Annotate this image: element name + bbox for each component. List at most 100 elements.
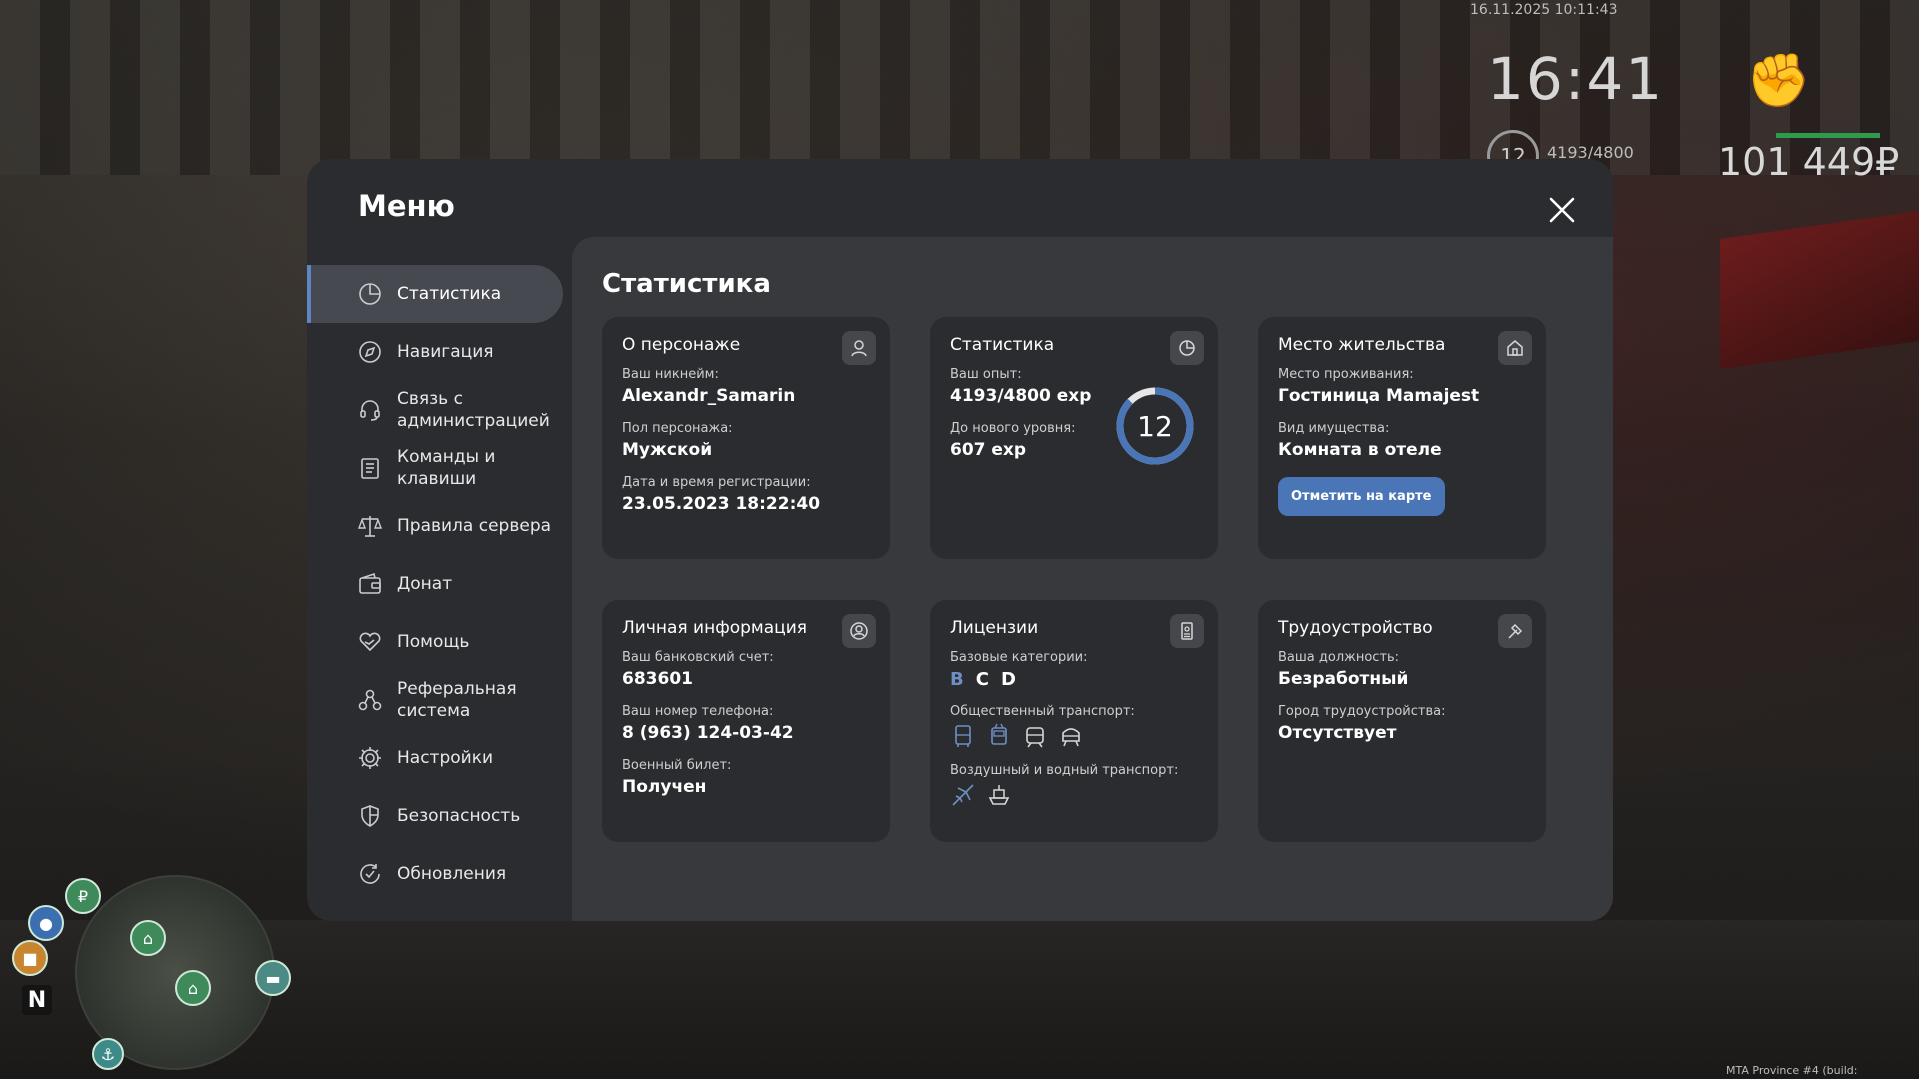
- sidebar-item-security[interactable]: Безопасность: [307, 787, 563, 845]
- character-card: О персонаже Ваш никнейм: Alexandr_Samari…: [602, 317, 890, 559]
- personal-info-card: Личная информация Ваш банковский счет: 6…: [602, 600, 890, 842]
- scales-icon: [357, 516, 383, 537]
- refresh-check-icon: [360, 864, 380, 884]
- sidebar-item-admin-contact[interactable]: Связь с администрацией: [307, 381, 563, 439]
- level-number: 12: [1137, 410, 1173, 443]
- sidebar-item-label: Реферальная система: [397, 679, 517, 721]
- phone-value: 8 (963) 124-03-42: [622, 723, 794, 743]
- license-document-icon: [1170, 614, 1204, 648]
- user-circle-icon: [842, 614, 876, 648]
- gender-label: Пол персонажа:: [622, 421, 733, 436]
- compass-icon: [359, 341, 381, 363]
- trolleybus-icon: [991, 723, 1007, 745]
- card-title: Трудоустройство: [1278, 618, 1433, 638]
- bus-icon: [955, 725, 971, 747]
- person-icon: [842, 331, 876, 365]
- card-title: Лицензии: [950, 618, 1039, 638]
- plane-icon: [952, 784, 974, 806]
- referral-icon: [358, 689, 382, 711]
- category-d: D: [1000, 669, 1016, 690]
- headset-icon: [360, 400, 380, 421]
- person-blip-icon: ●: [28, 905, 64, 941]
- sidebar-item-rules[interactable]: Правила сервера: [307, 497, 563, 555]
- phone-label: Ваш номер телефона:: [622, 704, 774, 719]
- sidebar-item-statistics[interactable]: Статистика: [307, 265, 563, 323]
- list-icon: [361, 458, 379, 479]
- house-blip-icon: ⌂: [175, 970, 211, 1006]
- hud-money: 101 449₽: [1718, 140, 1900, 184]
- residence-card: Место жительства Место проживания: Гости…: [1258, 317, 1546, 559]
- registration-label: Дата и время регистрации:: [622, 475, 811, 490]
- public-transport-label: Общественный транспорт:: [950, 704, 1135, 719]
- sidebar-item-commands[interactable]: Команды и клавиши: [307, 439, 563, 497]
- tram-icon: [1026, 727, 1044, 748]
- chart-pie-icon: [1170, 331, 1204, 365]
- card-title: О персонаже: [622, 335, 741, 355]
- sidebar-item-label: Связь с администрацией: [397, 389, 550, 431]
- property-type-value: Комната в отеле: [1278, 440, 1442, 460]
- public-transport-icons: [950, 723, 1198, 749]
- background-street: [0, 920, 1919, 1079]
- menu-modal: Меню Статистика Навигация Связь с админи…: [307, 159, 1613, 921]
- nickname-value: Alexandr_Samarin: [622, 386, 796, 406]
- nickname-label: Ваш никнейм:: [622, 367, 719, 382]
- north-marker: N: [22, 985, 52, 1015]
- sidebar-item-navigation[interactable]: Навигация: [307, 323, 563, 381]
- card-title: Место жительства: [1278, 335, 1446, 355]
- vehicle-blip-icon: ▬: [255, 960, 291, 996]
- build-info: MTA Province #4 (build: 6.12421.9): [1726, 1064, 1858, 1079]
- sidebar: Статистика Навигация Связь с администрац…: [307, 265, 563, 903]
- military-id-label: Военный билет:: [622, 758, 732, 773]
- card-title: Статистика: [950, 335, 1055, 355]
- sidebar-item-help[interactable]: Помощь: [307, 613, 563, 671]
- anchor-blip-icon: ⚓: [92, 1038, 124, 1070]
- registration-value: 23.05.2023 18:22:40: [622, 494, 821, 514]
- menu-title: Меню: [358, 189, 455, 223]
- job-city-label: Город трудоустройства:: [1278, 704, 1446, 719]
- sidebar-item-referral[interactable]: Реферальная система: [307, 671, 563, 729]
- mark-on-map-button[interactable]: Отметить на карте: [1278, 477, 1445, 516]
- fist-icon: ✊: [1746, 51, 1811, 111]
- sidebar-item-label: Обновления: [397, 864, 507, 884]
- sidebar-item-label: Команды и клавиши: [397, 447, 496, 489]
- bank-account-value: 683601: [622, 669, 693, 689]
- sidebar-item-label: Статистика: [397, 284, 502, 304]
- house-blip-icon: ⌂: [130, 920, 166, 956]
- licenses-card: Лицензии Базовые категории: B C D Общест…: [930, 600, 1218, 842]
- sidebar-item-label: Настройки: [397, 748, 494, 768]
- property-type-label: Вид имущества:: [1278, 421, 1390, 436]
- residence-place-label: Место проживания:: [1278, 367, 1414, 382]
- sidebar-item-label: Безопасность: [397, 806, 521, 826]
- sidebar-item-label: Навигация: [397, 342, 494, 362]
- exp-label: Ваш опыт:: [950, 367, 1022, 382]
- base-categories: B C D: [950, 669, 1198, 690]
- stats-card: Статистика Ваш опыт: 4193/4800 exp До но…: [930, 317, 1218, 559]
- military-id-value: Получен: [622, 777, 707, 797]
- hammer-icon: [1498, 614, 1532, 648]
- gear-icon: [359, 747, 381, 769]
- sidebar-item-settings[interactable]: Настройки: [307, 729, 563, 787]
- close-icon[interactable]: [1545, 193, 1579, 227]
- hud-health-bar: [1776, 133, 1880, 138]
- position-label: Ваша должность:: [1278, 650, 1400, 665]
- helping-hand-icon: [359, 632, 381, 652]
- residence-place-value: Гостиница Mamajest: [1278, 386, 1480, 406]
- air-water-transport-icons: [950, 782, 1198, 808]
- category-c: C: [975, 669, 989, 690]
- shield-icon: [361, 805, 379, 827]
- sidebar-item-updates[interactable]: Обновления: [307, 845, 563, 903]
- content-panel: Статистика О персонаже Ваш никнейм: Alex…: [572, 237, 1613, 921]
- level-progress-ring: 12: [1116, 387, 1194, 465]
- ship-icon: [988, 785, 1010, 805]
- job-city-value: Отсутствует: [1278, 723, 1397, 743]
- sidebar-item-label: Помощь: [397, 632, 470, 652]
- sidebar-item-donate[interactable]: Донат: [307, 555, 563, 613]
- wallet-icon: [359, 572, 381, 594]
- subway-icon: [1062, 728, 1080, 747]
- gender-value: Мужской: [622, 440, 713, 460]
- hud-clock: 16:41: [1487, 45, 1665, 113]
- hud-datetime: 16.11.2025 10:11:43: [1470, 2, 1618, 18]
- bank-account-label: Ваш банковский счет:: [622, 650, 774, 665]
- air-water-transport-label: Воздушный и водный транспорт:: [950, 763, 1179, 778]
- employment-card: Трудоустройство Ваша должность: Безработ…: [1258, 600, 1546, 842]
